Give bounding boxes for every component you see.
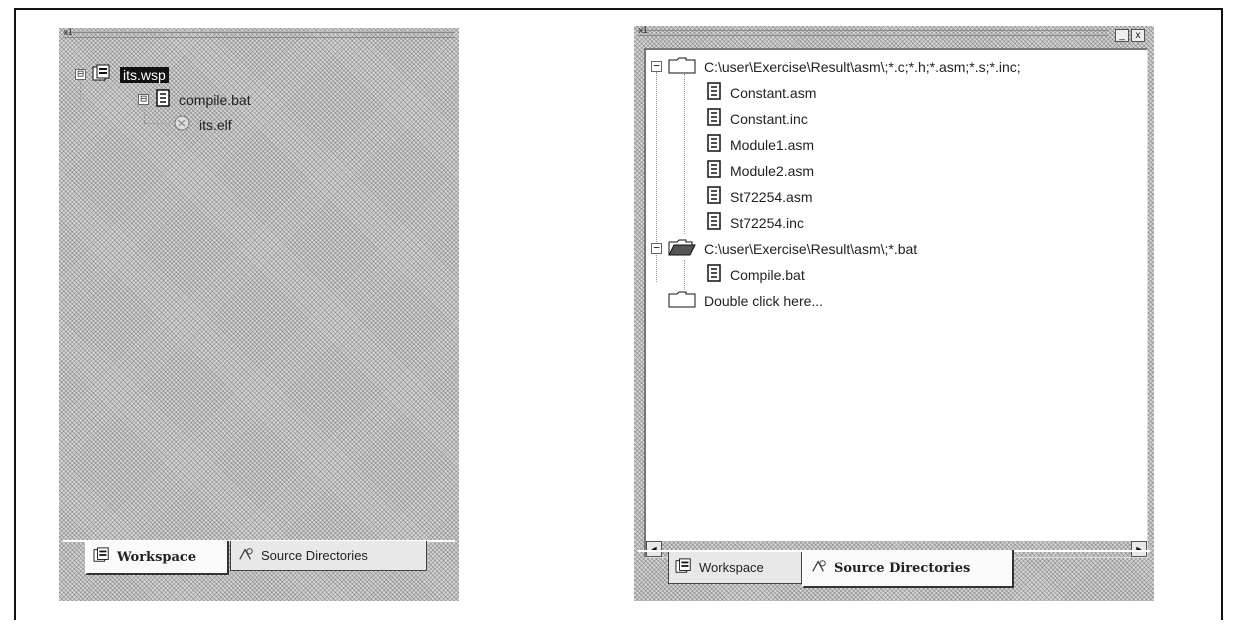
tab-source-directories[interactable]: Source Directories — [230, 541, 427, 571]
file-item[interactable]: St72254.inc — [706, 212, 804, 233]
source-directories-panel-right: x1 _ x − C:\user\Exercise\Result\asm\;*.… — [634, 26, 1154, 601]
file-item[interactable]: St72254.asm — [706, 186, 813, 207]
tree-node-folder-1[interactable]: − C:\user\Exercise\Result\asm\;*.c;*.h;*… — [651, 56, 1021, 77]
tab-strip: Workspace Source Directories — [638, 550, 1150, 594]
document-icon — [706, 264, 722, 285]
file-item[interactable]: Constant.inc — [706, 108, 808, 129]
collapse-toggle[interactable]: − — [651, 60, 662, 72]
tab-workspace[interactable]: Workspace — [668, 552, 802, 584]
close-button[interactable]: x — [1131, 29, 1145, 42]
document-icon — [706, 134, 722, 155]
workspace-tree: ⊟ its.wsp ⊟ compile.bat its.elf — [65, 58, 453, 568]
collapse-toggle[interactable]: ⊟ — [75, 68, 86, 80]
file-label: Constant.inc — [730, 110, 808, 127]
folder-closed-icon — [668, 290, 696, 311]
tree-connector — [144, 123, 170, 124]
tree-label: compile.bat — [179, 91, 251, 108]
tab-strip: Workspace Source Directories — [63, 540, 455, 580]
document-icon — [706, 108, 722, 129]
workspace-icon — [92, 64, 112, 85]
add-directory-label: Double click here... — [704, 292, 824, 309]
document-icon — [706, 82, 722, 103]
tab-label: Source Directories — [834, 560, 971, 576]
elf-file-icon — [173, 114, 191, 135]
file-label: St72254.asm — [730, 188, 813, 205]
document-icon — [706, 186, 722, 207]
workspace-icon — [93, 547, 111, 567]
file-item[interactable]: Constant.asm — [706, 82, 816, 103]
folder-open-icon — [668, 238, 696, 259]
document-icon — [706, 212, 722, 233]
file-label: Module1.asm — [730, 136, 815, 153]
tree-node-add-folder[interactable]: Double click here... — [668, 290, 823, 311]
tree-node-its-elf[interactable]: its.elf — [173, 114, 232, 135]
workspace-panel-left: x1 ⊟ its.wsp ⊟ compile.bat its.elf Works… — [59, 28, 459, 601]
tree-node-its-wsp[interactable]: ⊟ its.wsp — [75, 64, 169, 85]
panel-grip[interactable] — [63, 32, 455, 38]
tree-connector — [684, 260, 685, 290]
tab-label: Source Directories — [261, 548, 368, 563]
tab-source-directories[interactable]: Source Directories — [802, 550, 1014, 588]
source-directories-tree: − C:\user\Exercise\Result\asm\;*.c;*.h;*… — [644, 48, 1148, 558]
restore-button[interactable]: _ — [1115, 29, 1129, 42]
collapse-toggle[interactable]: − — [651, 242, 662, 254]
workspace-icon — [675, 558, 693, 577]
source-directories-icon — [810, 558, 828, 578]
source-directories-icon — [237, 546, 255, 565]
folder-closed-icon — [668, 56, 696, 77]
file-item[interactable]: Module1.asm — [706, 134, 814, 155]
document-icon — [155, 89, 171, 110]
file-label: Module2.asm — [730, 162, 815, 179]
grip-label: x1 — [638, 26, 648, 36]
tree-node-folder-2[interactable]: − C:\user\Exercise\Result\asm\;*.bat — [651, 238, 917, 259]
file-label: Compile.bat — [730, 266, 805, 283]
folder-path-label: C:\user\Exercise\Result\asm\;*.bat — [704, 240, 918, 257]
tree-label: its.elf — [199, 116, 232, 133]
tree-node-compile-bat[interactable]: ⊟ compile.bat — [138, 89, 251, 110]
file-item[interactable]: Compile.bat — [706, 264, 805, 285]
tab-label: Workspace — [117, 549, 197, 565]
collapse-toggle[interactable]: ⊟ — [138, 93, 149, 105]
panel-grip[interactable] — [638, 30, 1108, 36]
tree-connector — [684, 74, 685, 234]
tab-workspace[interactable]: Workspace — [85, 541, 229, 575]
tab-label: Workspace — [699, 560, 764, 575]
grip-label: x1 — [63, 28, 73, 38]
document-icon — [706, 160, 722, 181]
tree-label: its.wsp — [120, 66, 169, 83]
file-label: St72254.inc — [730, 214, 804, 231]
folder-path-label: C:\user\Exercise\Result\asm\;*.c;*.h;*.a… — [704, 58, 1021, 75]
file-item[interactable]: Module2.asm — [706, 160, 814, 181]
file-label: Constant.asm — [730, 84, 817, 101]
